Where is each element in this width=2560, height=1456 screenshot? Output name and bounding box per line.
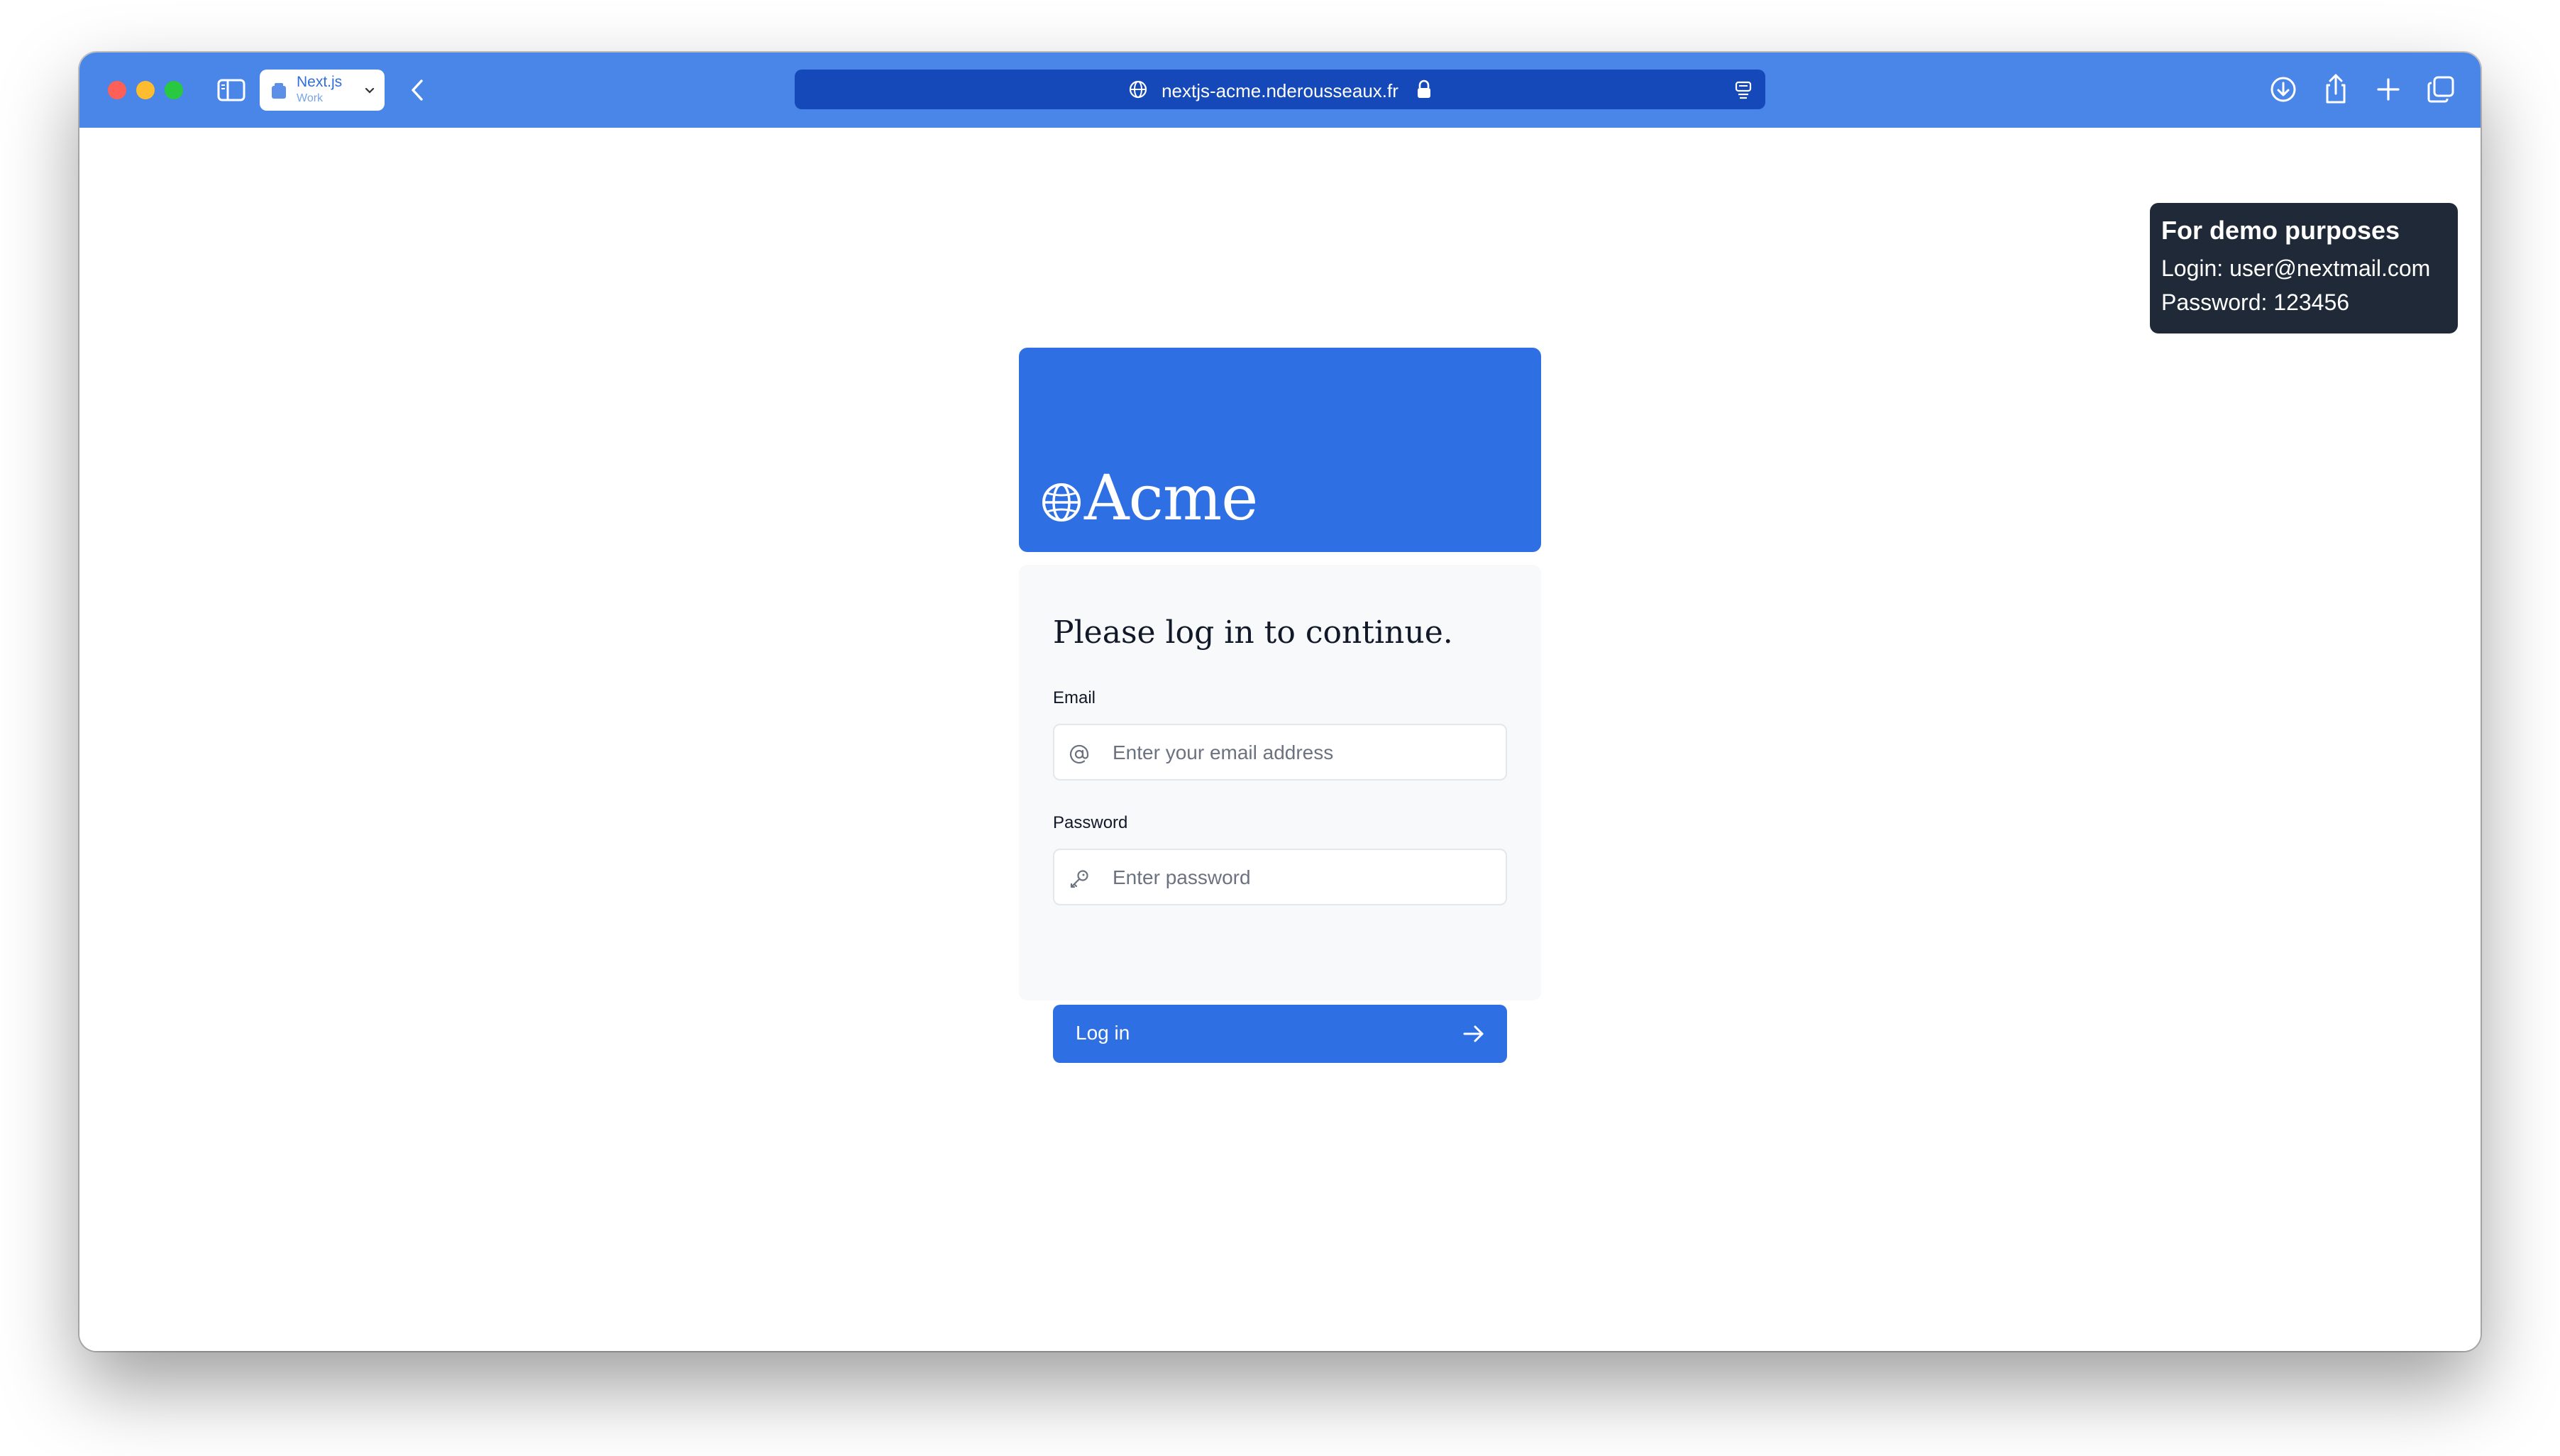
download-icon[interactable] — [2268, 74, 2299, 105]
plus-icon[interactable] — [2374, 75, 2402, 104]
brand-name: Acme — [1084, 461, 1258, 534]
acme-logo-banner: Acme — [1019, 348, 1541, 552]
login-heading: Please log in to continue. — [1053, 614, 1453, 651]
zoom-window-button[interactable] — [165, 81, 183, 99]
email-field[interactable] — [1053, 724, 1507, 781]
tab-group-icon — [272, 83, 286, 99]
chevron-left-icon[interactable] — [407, 77, 429, 104]
demo-title: For demo purposes — [2161, 216, 2400, 245]
password-label: Password — [1053, 813, 1128, 832]
share-icon[interactable] — [2320, 71, 2351, 106]
arrow-right-icon — [1463, 1025, 1484, 1042]
tab-group-subtitle: Work — [297, 92, 324, 104]
demo-password: Password: 123456 — [2161, 289, 2350, 315]
demo-credentials-box: For demo purposes Login: user@nextmail.c… — [2150, 203, 2458, 333]
page-content: For demo purposes Login: user@nextmail.c… — [79, 128, 2481, 1351]
globe-icon — [1042, 483, 1081, 522]
sidebar-icon[interactable] — [217, 78, 245, 102]
demo-login: Login: user@nextmail.com — [2161, 255, 2431, 281]
password-input[interactable] — [1111, 850, 1497, 905]
login-form: Please log in to continue. Email Passwor… — [1019, 565, 1541, 1063]
email-input[interactable] — [1111, 725, 1497, 781]
login-button-label: Log in — [1076, 1022, 1130, 1044]
chevron-down-icon — [365, 87, 375, 94]
browser-window: Next.js Work nextjs-acme.nderousseaux.fr — [79, 53, 2481, 1351]
lock-icon — [1418, 79, 1430, 98]
at-sign-icon — [1069, 744, 1089, 764]
password-field[interactable] — [1053, 849, 1507, 905]
key-icon — [1070, 870, 1088, 888]
close-window-button[interactable] — [108, 81, 126, 99]
browser-toolbar: Next.js Work nextjs-acme.nderousseaux.fr — [79, 53, 2481, 128]
url-text: nextjs-acme.nderousseaux.fr — [1162, 80, 1398, 101]
tab-group-title: Next.js — [297, 74, 343, 90]
tab-group-button[interactable]: Next.js Work — [260, 70, 385, 111]
reader-icon[interactable] — [1733, 79, 1754, 101]
address-bar[interactable]: nextjs-acme.nderousseaux.fr — [795, 70, 1765, 109]
minimize-window-button[interactable] — [136, 81, 155, 99]
login-button[interactable]: Log in — [1053, 1005, 1507, 1063]
email-label: Email — [1053, 688, 1096, 707]
tabs-overview-icon[interactable] — [2425, 74, 2456, 105]
